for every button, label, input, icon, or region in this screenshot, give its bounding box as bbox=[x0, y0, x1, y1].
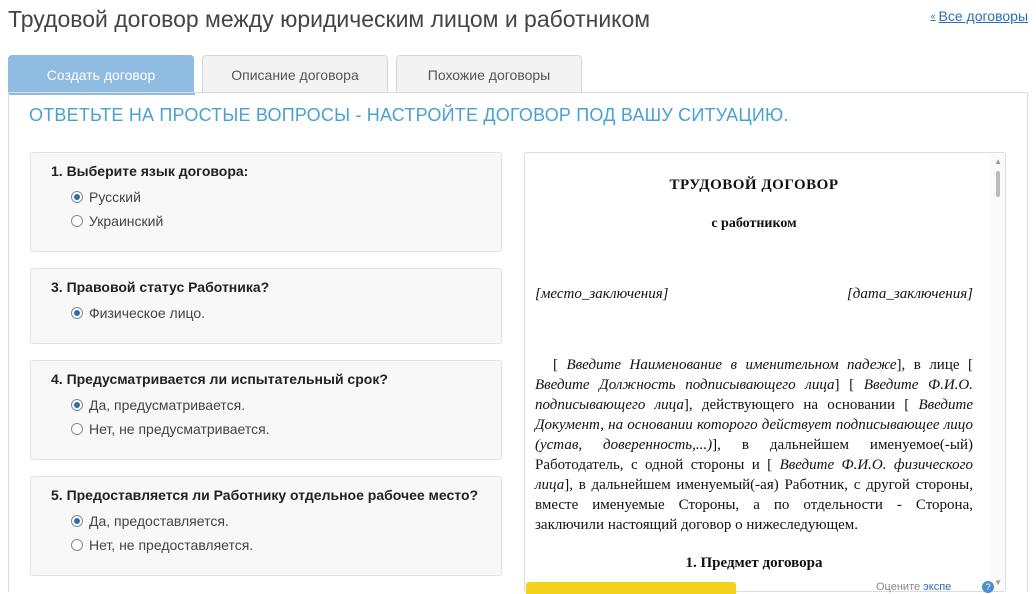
active-tab-indicator bbox=[9, 93, 195, 95]
preamble-text: [ bbox=[553, 357, 567, 373]
option-individual[interactable]: Физическое лицо. bbox=[51, 301, 481, 325]
document-subtitle: с работником bbox=[711, 216, 797, 231]
preamble-text: ] [ bbox=[834, 377, 864, 393]
tab-description[interactable]: Описание договора bbox=[202, 55, 388, 93]
option-label: Украинский bbox=[89, 213, 164, 229]
rate-expert-text: Оцените экспе bbox=[876, 581, 951, 593]
date-placeholder: [дата_заключения] bbox=[846, 286, 973, 302]
document-place-date: [место_заключения] [дата_заключения] bbox=[535, 286, 973, 303]
all-contracts-label: Все договоры bbox=[938, 8, 1028, 24]
expert-link[interactable]: экспе bbox=[923, 581, 951, 593]
question-workplace: 5. Предоставляется ли Работнику отдельно… bbox=[30, 476, 502, 576]
create-contract-button[interactable] bbox=[526, 582, 736, 594]
main-panel: ОТВЕТЬТЕ НА ПРОСТЫЕ ВОПРОСЫ - НАСТРОЙТЕ … bbox=[8, 92, 1028, 592]
question-title: 4. Предусматривается ли испытательный ср… bbox=[51, 371, 388, 387]
section-heading: 1. Предмет договора bbox=[685, 555, 823, 571]
place-placeholder: [место_заключения] bbox=[535, 286, 669, 302]
option-label: Нет, не предоставляется. bbox=[89, 537, 254, 553]
scroll-up-icon[interactable]: ▲ bbox=[994, 157, 1002, 166]
question-probation: 4. Предусматривается ли испытательный ср… bbox=[30, 360, 502, 460]
document-scrollbar[interactable]: ▲ ▼ bbox=[991, 153, 1005, 591]
option-label: Да, предоставляется. bbox=[89, 513, 229, 529]
option-probation-yes[interactable]: Да, предусматривается. bbox=[51, 393, 481, 417]
option-label: Русский bbox=[89, 189, 141, 205]
question-title: 5. Предоставляется ли Работнику отдельно… bbox=[51, 487, 479, 503]
headline: ОТВЕТЬТЕ НА ПРОСТЫЕ ВОПРОСЫ - НАСТРОЙТЕ … bbox=[29, 105, 789, 125]
document-preamble: [ Введите Наименование в именительном па… bbox=[535, 355, 973, 535]
radio-unchecked-icon[interactable] bbox=[71, 423, 83, 435]
radio-checked-icon[interactable] bbox=[71, 399, 83, 411]
page-title: Трудовой договор между юридическим лицом… bbox=[8, 6, 651, 32]
radio-checked-icon[interactable] bbox=[71, 307, 83, 319]
document-content: ТРУДОВОЙ ДОГОВОР с работником [место_зак… bbox=[535, 177, 973, 572]
double-chevron-left-icon: « bbox=[930, 11, 936, 21]
option-label: Да, предусматривается. bbox=[89, 397, 246, 413]
preamble-text: ], в лице [ bbox=[896, 357, 973, 373]
option-label: Физическое лицо. bbox=[89, 305, 206, 321]
tab-bar: Создать договор Описание договора Похожи… bbox=[8, 55, 582, 93]
option-probation-no[interactable]: Нет, не предусматривается. bbox=[51, 417, 481, 441]
question-legal-status: 3. Правовой статус Работника? Физическое… bbox=[30, 268, 502, 344]
tab-create[interactable]: Создать договор bbox=[8, 55, 194, 93]
signer-position-field: Введите Должность подписывающего лица bbox=[535, 377, 835, 393]
radio-unchecked-icon[interactable] bbox=[71, 215, 83, 227]
preamble-text: ], в дальнейшем именуемый(-ая) Работник,… bbox=[535, 477, 973, 533]
option-russian[interactable]: Русский bbox=[51, 185, 481, 209]
rate-label: Оцените bbox=[876, 581, 921, 593]
help-icon[interactable]: ? bbox=[982, 581, 994, 593]
radio-checked-icon[interactable] bbox=[71, 515, 83, 527]
question-language: 1. Выберите язык договора: Русский Украи… bbox=[30, 152, 502, 252]
option-ukrainian[interactable]: Украинский bbox=[51, 209, 481, 233]
all-contracts-link[interactable]: « Все договоры bbox=[931, 8, 1028, 24]
option-workplace-yes[interactable]: Да, предоставляется. bbox=[51, 509, 481, 533]
question-title: 3. Правовой статус Работника? bbox=[51, 279, 270, 295]
questions-list: 1. Выберите язык договора: Русский Украи… bbox=[30, 152, 502, 592]
scroll-down-icon[interactable]: ▼ bbox=[994, 578, 1002, 587]
radio-unchecked-icon[interactable] bbox=[71, 539, 83, 551]
question-title: 1. Выберите язык договора: bbox=[51, 163, 249, 179]
option-workplace-no[interactable]: Нет, не предоставляется. bbox=[51, 533, 481, 557]
preamble-text: ], действующего на основании [ bbox=[683, 397, 919, 413]
radio-checked-icon[interactable] bbox=[71, 191, 83, 203]
document-preview[interactable]: ТРУДОВОЙ ДОГОВОР с работником [место_зак… bbox=[524, 152, 1006, 592]
employer-name-field: Введите Наименование в именительном паде… bbox=[566, 357, 897, 373]
tab-similar[interactable]: Похожие договоры bbox=[396, 55, 582, 93]
scroll-thumb[interactable] bbox=[996, 171, 1000, 197]
document-title: ТРУДОВОЙ ДОГОВОР bbox=[669, 177, 839, 193]
option-label: Нет, не предусматривается. bbox=[89, 421, 270, 437]
